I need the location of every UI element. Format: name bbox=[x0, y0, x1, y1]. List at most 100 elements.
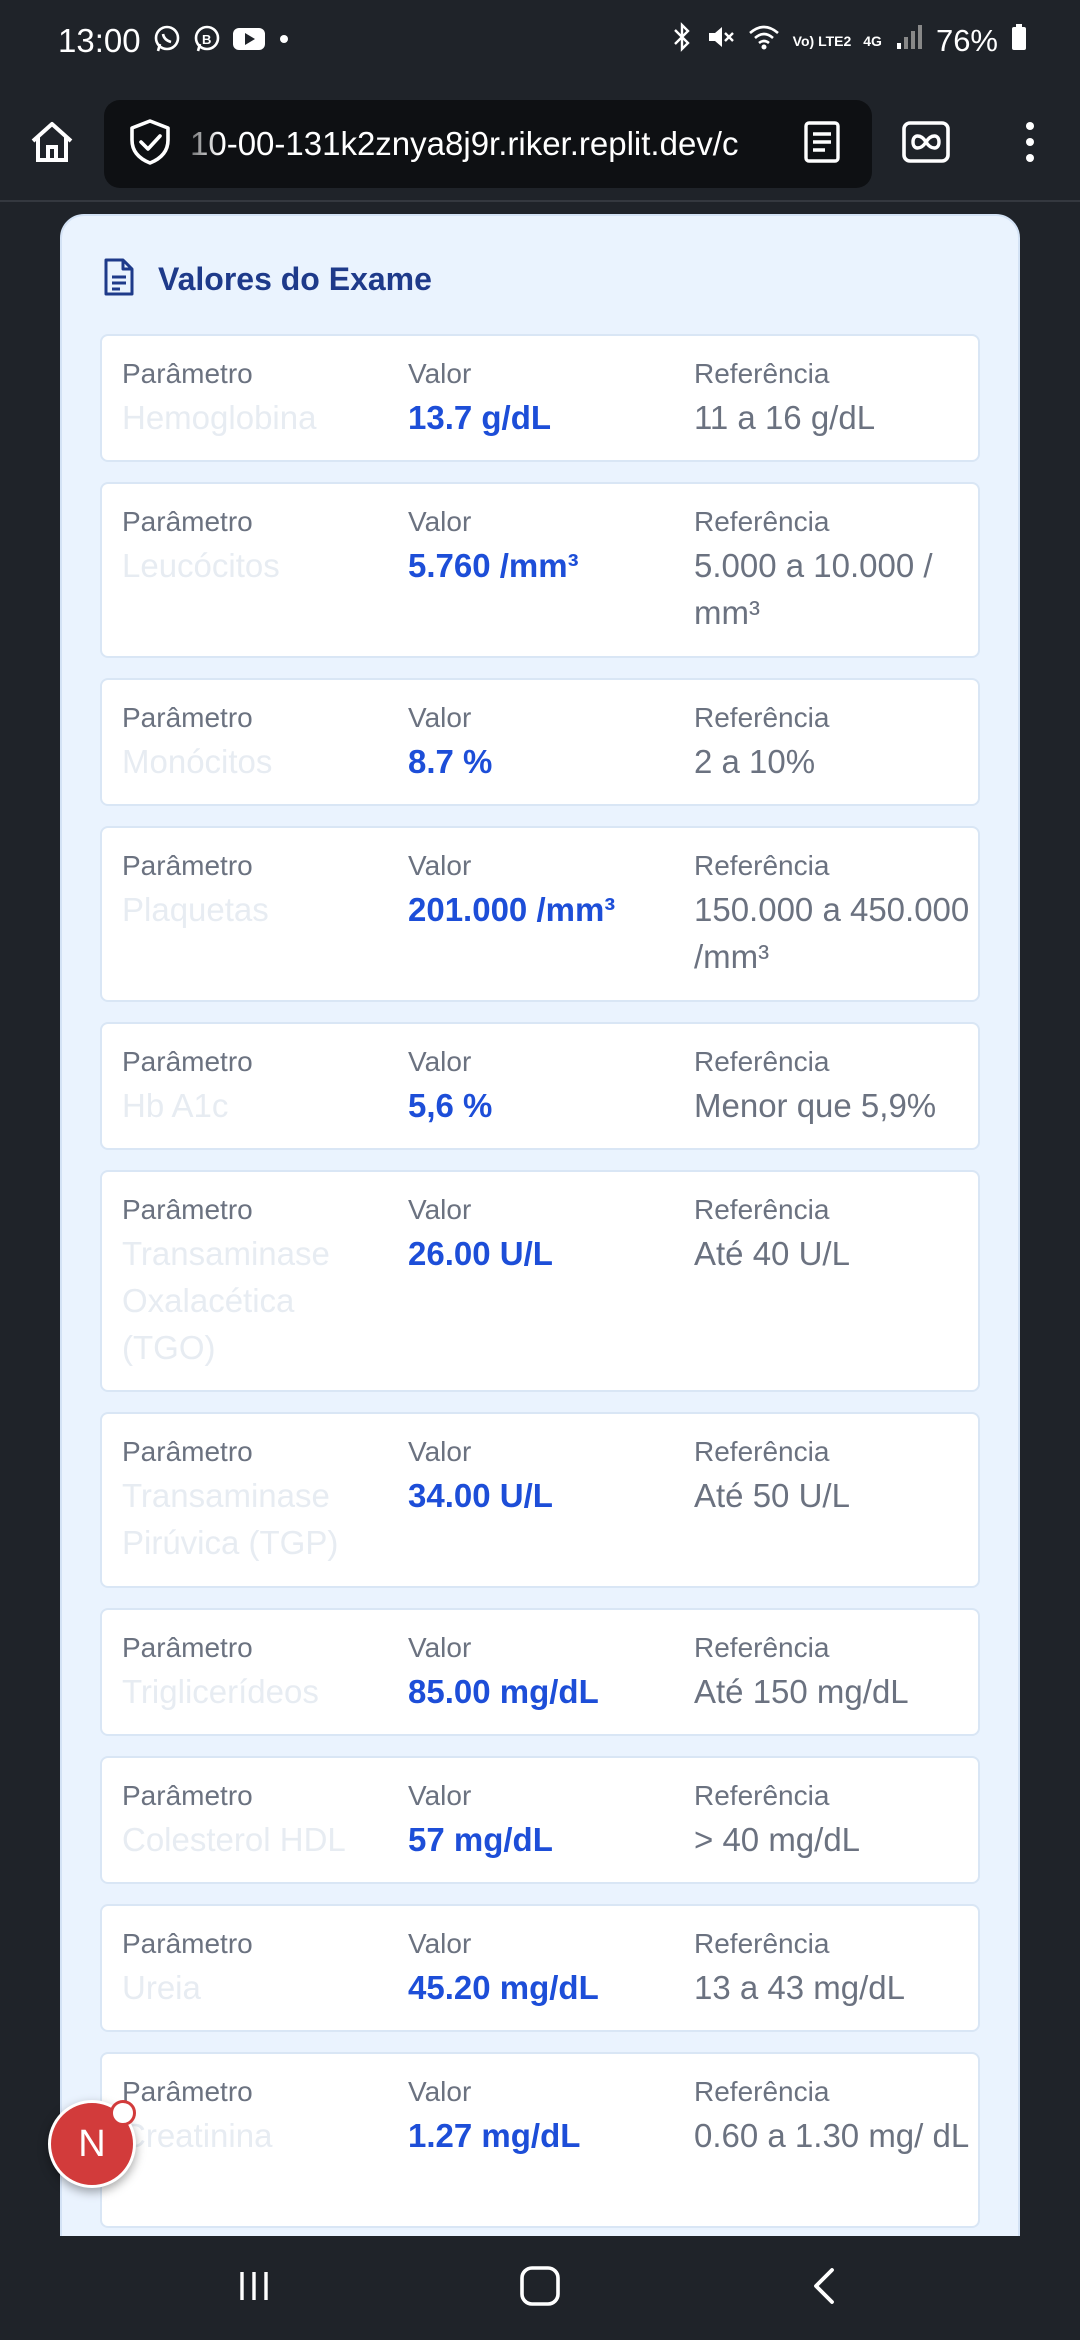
result-value: 45.20 mg/dL bbox=[408, 1969, 599, 2006]
recent-apps-button[interactable] bbox=[214, 2258, 294, 2318]
value-label: Valor bbox=[408, 1194, 472, 1225]
reader-mode-button[interactable] bbox=[794, 116, 850, 172]
reference-value: 150.000 a 450.000 /mm³ bbox=[694, 891, 970, 975]
reference-label: Referência bbox=[694, 850, 830, 881]
reference-label: Referência bbox=[694, 702, 830, 733]
table-row: Parâmetro Creatinina Valor 1.27 mg/dL Refe… bbox=[100, 2052, 980, 2228]
parameter-name: Colesterol HDL bbox=[122, 1821, 346, 1858]
tabs-button[interactable] bbox=[896, 114, 956, 174]
result-value: 8.7 % bbox=[408, 743, 493, 780]
reference-label: Referência bbox=[694, 1436, 830, 1467]
status-app-icons: B bbox=[152, 24, 292, 59]
parameter-label: Parâmetro bbox=[122, 1436, 253, 1467]
reference-value: Até 50 U/L bbox=[694, 1477, 850, 1514]
table-row: Parâmetro Transaminase Pirúvica (TGP) Val… bbox=[100, 1412, 980, 1588]
back-icon bbox=[806, 2264, 842, 2313]
result-value: 201.000 /mm³ bbox=[408, 891, 616, 928]
reference-label: Referência bbox=[694, 1928, 830, 1959]
parameter-name: Triglicerídeos bbox=[122, 1673, 319, 1710]
reference-label: Referência bbox=[694, 358, 830, 389]
parameter-label: Parâmetro bbox=[122, 506, 253, 537]
parameter-label: Parâmetro bbox=[122, 850, 253, 881]
battery-percent: 76% bbox=[935, 23, 998, 58]
parameter-name: Monócitos bbox=[122, 743, 273, 780]
table-row: Parâmetro Triglicerídeos Valor 85.00 mg/dL… bbox=[100, 1608, 980, 1736]
table-row: Parâmetro Monócitos Valor 8.7 % Referência… bbox=[100, 678, 980, 806]
card-title: Valores do Exame bbox=[158, 260, 432, 297]
address-bar[interactable]: 10-00-131k2znya8j9r.riker.replit.dev/c bbox=[104, 100, 872, 188]
parameter-name: Creatinina bbox=[122, 2117, 273, 2154]
value-label: Valor bbox=[408, 1046, 472, 1077]
bluetooth-icon bbox=[671, 22, 693, 60]
parameter-name: Transaminase Pirúvica (TGP) bbox=[122, 1477, 339, 1561]
fab-badge bbox=[110, 2100, 136, 2126]
system-nav-bar bbox=[0, 2236, 1080, 2340]
result-value: 34.00 U/L bbox=[408, 1477, 553, 1514]
signal-icon bbox=[894, 22, 924, 60]
value-label: Valor bbox=[408, 1632, 472, 1663]
table-row: Parâmetro Hemoglobina Valor 13.7 g/dL Refe… bbox=[100, 334, 980, 462]
reference-value: 13 a 43 mg/dL bbox=[694, 1969, 905, 2006]
reader-mode-icon bbox=[803, 120, 841, 169]
value-label: Valor bbox=[408, 1436, 472, 1467]
reference-value: 0.60 a 1.30 mg/ dL bbox=[694, 2117, 970, 2154]
home-nav-button[interactable] bbox=[500, 2258, 580, 2318]
reference-value: > 40 mg/dL bbox=[694, 1821, 861, 1858]
reference-value: 2 a 10% bbox=[694, 743, 816, 780]
home-nav-icon bbox=[518, 2264, 562, 2313]
parameter-label: Parâmetro bbox=[122, 1046, 253, 1077]
svg-text:B: B bbox=[202, 32, 211, 47]
parameter-label: Parâmetro bbox=[122, 1194, 253, 1225]
table-row: Parâmetro Transaminase Oxalacética (TGO) … bbox=[100, 1170, 980, 1392]
battery-icon bbox=[1010, 22, 1028, 60]
result-value: 5,6 % bbox=[408, 1087, 493, 1124]
reference-label: Referência bbox=[694, 1780, 830, 1811]
reference-label: Referência bbox=[694, 506, 830, 537]
recent-apps-icon bbox=[234, 2266, 274, 2311]
status-time: 13:00 bbox=[58, 22, 141, 59]
home-icon bbox=[27, 117, 77, 172]
parameter-label: Parâmetro bbox=[122, 2076, 253, 2107]
table-row: Parâmetro Hb A1c Valor 5,6 % Referência Men… bbox=[100, 1022, 980, 1150]
result-value: 13.7 g/dL bbox=[408, 399, 552, 436]
result-value: 26.00 U/L bbox=[408, 1235, 553, 1272]
value-label: Valor bbox=[408, 702, 472, 733]
parameter-label: Parâmetro bbox=[122, 1928, 253, 1959]
parameter-name: Transaminase Oxalacética (TGO) bbox=[122, 1235, 330, 1366]
overflow-menu-icon bbox=[1024, 120, 1036, 169]
overflow-menu-button[interactable] bbox=[1000, 114, 1060, 174]
exam-values-card: Valores do Exame Parâmetro Hemoglobina Va… bbox=[60, 214, 1020, 2236]
tabs-icon bbox=[901, 120, 951, 169]
site-security-button[interactable] bbox=[122, 116, 178, 172]
whatsapp-business-icon: B bbox=[192, 24, 222, 59]
home-button[interactable] bbox=[22, 114, 82, 174]
status-system-icons: Vo) LTE2 4G 76% bbox=[671, 22, 1028, 60]
value-label: Valor bbox=[408, 1928, 472, 1959]
document-icon bbox=[100, 257, 136, 302]
value-label: Valor bbox=[408, 1780, 472, 1811]
network-type-label: 4G bbox=[863, 33, 882, 49]
value-label: Valor bbox=[408, 506, 472, 537]
parameter-name: Ureia bbox=[122, 1969, 201, 2006]
parameter-label: Parâmetro bbox=[122, 1780, 253, 1811]
parameter-label: Parâmetro bbox=[122, 358, 253, 389]
result-value: 5.760 /mm³ bbox=[408, 547, 579, 584]
parameter-name: Hb A1c bbox=[122, 1087, 229, 1124]
parameter-name: Hemoglobina bbox=[122, 399, 317, 436]
notification-dot-icon bbox=[276, 31, 292, 52]
parameter-name: Leucócitos bbox=[122, 547, 280, 584]
reference-label: Referência bbox=[694, 1046, 830, 1077]
reference-label: Referência bbox=[694, 1194, 830, 1225]
table-row: Parâmetro Plaquetas Valor 201.000 /mm³ Ref… bbox=[100, 826, 980, 1002]
browser-toolbar: 10-00-131k2znya8j9r.riker.replit.dev/c bbox=[0, 86, 1080, 202]
parameter-name: Plaquetas bbox=[122, 891, 269, 928]
back-button[interactable] bbox=[784, 2258, 864, 2318]
value-label: Valor bbox=[408, 358, 472, 389]
page-content[interactable]: Valores do Exame Parâmetro Hemoglobina Va… bbox=[0, 204, 1080, 2236]
reference-value: Até 40 U/L bbox=[694, 1235, 850, 1272]
whatsapp-icon bbox=[152, 24, 182, 59]
shield-check-icon bbox=[128, 118, 172, 171]
url-text[interactable]: 10-00-131k2znya8j9r.riker.replit.dev/c bbox=[190, 100, 790, 188]
parameter-label: Parâmetro bbox=[122, 1632, 253, 1663]
youtube-icon bbox=[232, 26, 266, 57]
